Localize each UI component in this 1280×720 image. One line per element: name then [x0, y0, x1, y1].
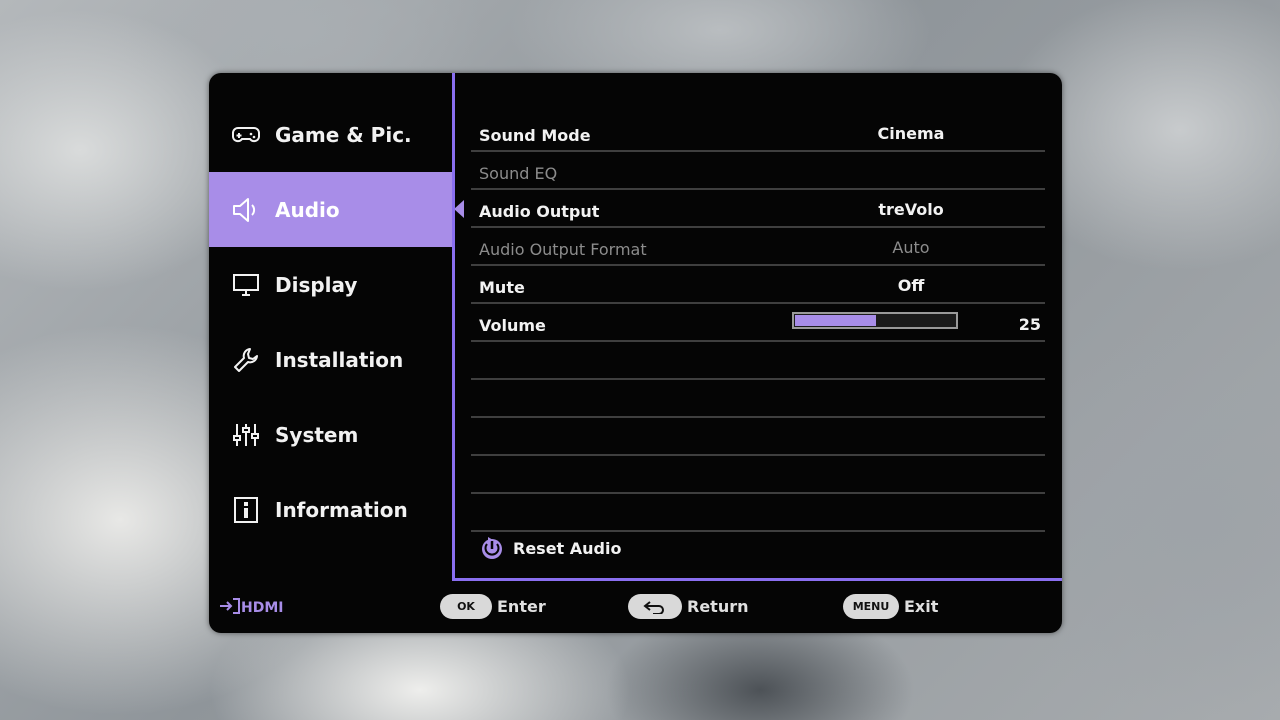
mute-row[interactable]: Mute Off [471, 265, 1045, 304]
enter-label: Enter [497, 597, 546, 616]
audio-output-value: treVolo [878, 200, 944, 219]
input-source: HDMI [219, 597, 283, 619]
sound-mode-row[interactable]: Sound Mode Cinema [471, 113, 1045, 152]
reset-audio-button[interactable]: Reset Audio [479, 535, 621, 561]
speaker-icon [231, 195, 261, 225]
sidebar-item-label: Information [275, 497, 408, 522]
gamepad-icon [231, 120, 261, 150]
empty-row [471, 417, 1045, 456]
sliders-icon [231, 420, 261, 450]
info-icon [231, 495, 261, 525]
enter-hint[interactable]: OK Enter [440, 594, 546, 619]
exit-label: Exit [904, 597, 939, 616]
sidebar-item-label: Game & Pic. [275, 122, 412, 147]
reset-icon [479, 535, 505, 561]
empty-row [471, 379, 1045, 418]
input-source-label: HDMI [241, 600, 284, 616]
sidebar-item-label: Display [275, 272, 358, 297]
sidebar-item-label: System [275, 422, 359, 447]
audio-output-format-label: Audio Output Format [479, 240, 647, 259]
sidebar-item-audio[interactable]: Audio [209, 172, 464, 247]
osd-menu: Game & Pic. Audio Display Installation S… [209, 73, 1062, 633]
sidebar-item-label: Installation [275, 347, 404, 372]
exit-hint[interactable]: MENU Exit [843, 594, 938, 619]
footer-bar: HDMI OK Enter Return MENU Exit [209, 581, 1062, 633]
monitor-icon [231, 270, 261, 300]
sidebar-item-label: Audio [275, 197, 340, 222]
audio-output-label: Audio Output [479, 202, 600, 221]
volume-label: Volume [479, 316, 546, 335]
volume-slider-fill [795, 315, 876, 326]
empty-row [471, 493, 1045, 532]
sound-eq-row: Sound EQ [471, 151, 1045, 190]
menu-key: MENU [843, 594, 899, 619]
return-label: Return [687, 597, 749, 616]
ok-key: OK [440, 594, 492, 619]
sound-mode-label: Sound Mode [479, 126, 591, 145]
return-key-icon [628, 594, 682, 619]
volume-row[interactable]: Volume 25 [471, 303, 1045, 342]
sound-mode-value: Cinema [877, 124, 945, 143]
sidebar: Game & Pic. Audio Display Installation S… [209, 73, 464, 581]
wrench-icon [231, 345, 261, 375]
audio-output-format-value: Auto [892, 238, 930, 257]
mute-value: Off [897, 276, 925, 295]
sidebar-divider [452, 73, 455, 581]
sidebar-item-system[interactable]: System [209, 397, 454, 472]
sound-eq-label: Sound EQ [479, 164, 558, 183]
sidebar-item-display[interactable]: Display [209, 247, 454, 322]
sidebar-item-game-pic[interactable]: Game & Pic. [209, 97, 454, 172]
volume-value: 25 [1018, 315, 1041, 334]
audio-output-row[interactable]: Audio Output treVolo [471, 189, 1045, 228]
reset-audio-label: Reset Audio [513, 538, 622, 558]
sidebar-item-installation[interactable]: Installation [209, 322, 454, 397]
audio-output-format-row: Audio Output Format Auto [471, 227, 1045, 266]
sidebar-item-information[interactable]: Information [209, 472, 454, 547]
mute-label: Mute [479, 278, 525, 297]
return-hint[interactable]: Return [628, 594, 749, 619]
empty-row [471, 455, 1045, 494]
empty-row [471, 341, 1045, 380]
input-source-icon [219, 597, 241, 619]
volume-slider[interactable] [792, 312, 958, 329]
